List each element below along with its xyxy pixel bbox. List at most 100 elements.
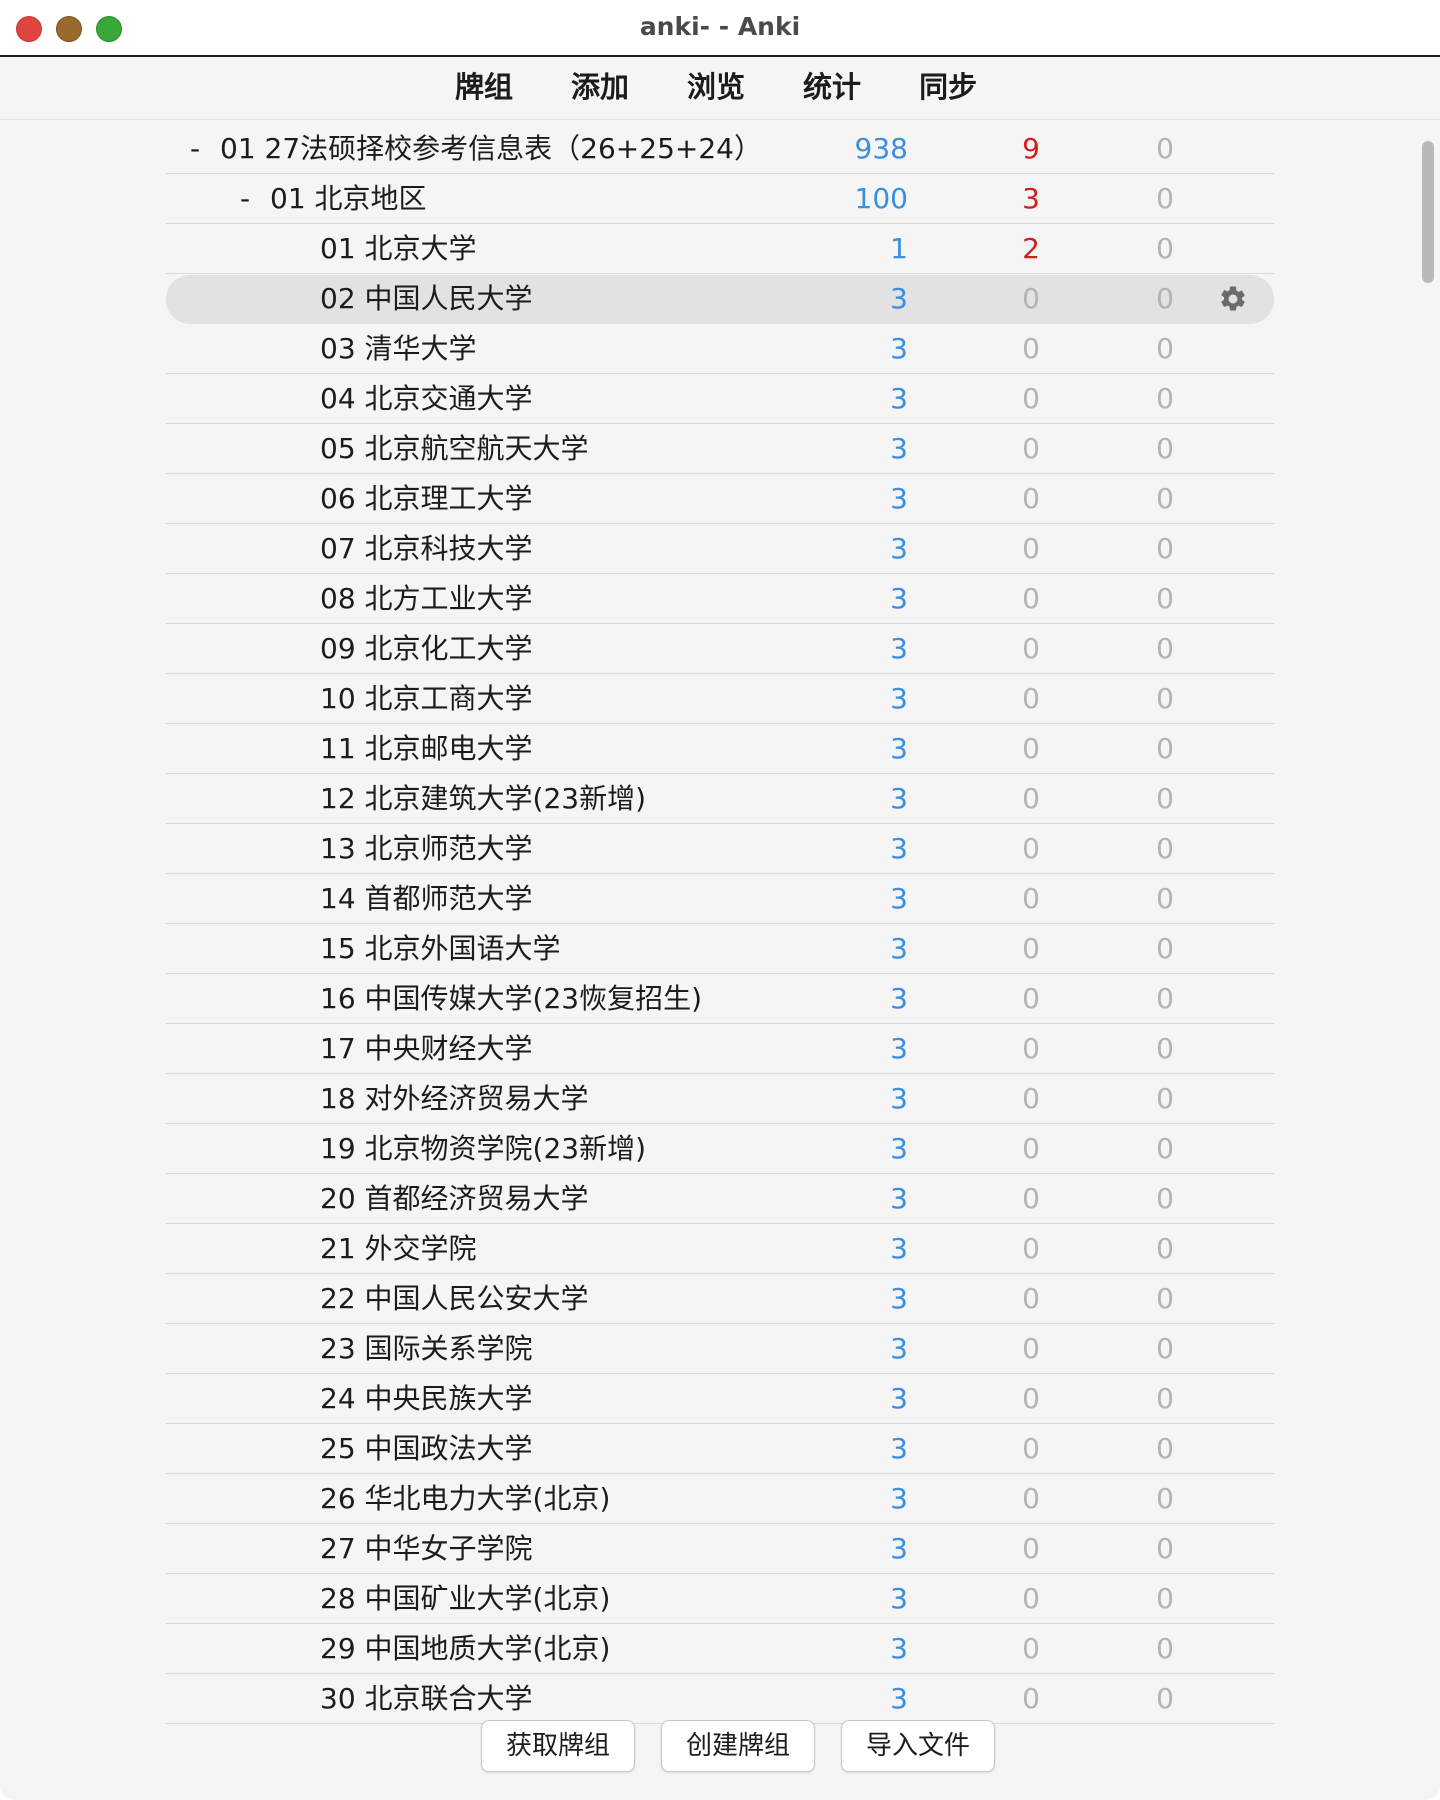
deck-row[interactable]: -01 北京地区 100 3 0 bbox=[166, 175, 1274, 224]
deck-row[interactable]: 19 北京物资学院(23新增) 3 0 0 bbox=[166, 1125, 1274, 1174]
learn-count: 2 bbox=[1022, 232, 1040, 265]
deck-row[interactable]: 14 首都师范大学 3 0 0 bbox=[166, 875, 1274, 924]
title-bar: anki- - Anki bbox=[0, 0, 1440, 57]
new-count: 3 bbox=[890, 782, 908, 815]
review-count: 0 bbox=[1156, 382, 1174, 415]
deck-name[interactable]: 01 27法硕择校参考信息表（26+25+24） bbox=[220, 125, 762, 173]
deck-name[interactable]: 26 华北电力大学(北京) bbox=[320, 1475, 610, 1523]
new-count: 3 bbox=[890, 1082, 908, 1115]
deck-row[interactable]: 17 中央财经大学 3 0 0 bbox=[166, 1025, 1274, 1074]
deck-name[interactable]: 30 北京联合大学 bbox=[320, 1675, 533, 1723]
deck-name[interactable]: 06 北京理工大学 bbox=[320, 475, 533, 523]
deck-name[interactable]: 27 中华女子学院 bbox=[320, 1525, 533, 1573]
deck-row[interactable]: 21 外交学院 3 0 0 bbox=[166, 1225, 1274, 1274]
deck-name[interactable]: 23 国际关系学院 bbox=[320, 1325, 533, 1373]
deck-row[interactable]: 02 中国人民大学 3 0 0 bbox=[166, 275, 1274, 324]
deck-name[interactable]: 12 北京建筑大学(23新增) bbox=[320, 775, 646, 823]
new-count: 3 bbox=[890, 932, 908, 965]
deck-name[interactable]: 04 北京交通大学 bbox=[320, 375, 533, 423]
deck-name[interactable]: 02 中国人民大学 bbox=[320, 275, 533, 323]
deck-row[interactable]: 10 北京工商大学 3 0 0 bbox=[166, 675, 1274, 724]
deck-name[interactable]: 09 北京化工大学 bbox=[320, 625, 533, 673]
review-count: 0 bbox=[1156, 682, 1174, 715]
toolbar-decks-link[interactable]: 牌组 bbox=[455, 57, 513, 119]
collapse-toggle[interactable]: - bbox=[240, 175, 250, 223]
scrollbar[interactable] bbox=[1418, 125, 1440, 1785]
deck-name[interactable]: 10 北京工商大学 bbox=[320, 675, 533, 723]
deck-name[interactable]: 11 北京邮电大学 bbox=[320, 725, 533, 773]
deck-row[interactable]: 04 北京交通大学 3 0 0 bbox=[166, 375, 1274, 424]
deck-name[interactable]: 18 对外经济贸易大学 bbox=[320, 1075, 589, 1123]
learn-count: 0 bbox=[1022, 482, 1040, 515]
deck-row[interactable]: 23 国际关系学院 3 0 0 bbox=[166, 1325, 1274, 1374]
deck-name[interactable]: 15 北京外国语大学 bbox=[320, 925, 561, 973]
new-count: 3 bbox=[890, 582, 908, 615]
review-count: 0 bbox=[1156, 882, 1174, 915]
learn-count: 0 bbox=[1022, 1132, 1040, 1165]
deck-row[interactable]: 25 中国政法大学 3 0 0 bbox=[166, 1425, 1274, 1474]
review-count: 0 bbox=[1156, 532, 1174, 565]
deck-name[interactable]: 05 北京航空航天大学 bbox=[320, 425, 589, 473]
deck-name[interactable]: 13 北京师范大学 bbox=[320, 825, 533, 873]
deck-row[interactable]: 26 华北电力大学(北京) 3 0 0 bbox=[166, 1475, 1274, 1524]
deck-row[interactable]: 29 中国地质大学(北京) 3 0 0 bbox=[166, 1625, 1274, 1674]
learn-count: 0 bbox=[1022, 1182, 1040, 1215]
deck-row[interactable]: 16 中国传媒大学(23恢复招生) 3 0 0 bbox=[166, 975, 1274, 1024]
learn-count: 0 bbox=[1022, 332, 1040, 365]
review-count: 0 bbox=[1156, 1132, 1174, 1165]
deck-name[interactable]: 14 首都师范大学 bbox=[320, 875, 533, 923]
deck-row[interactable]: 12 北京建筑大学(23新增) 3 0 0 bbox=[166, 775, 1274, 824]
deck-name[interactable]: 16 中国传媒大学(23恢复招生) bbox=[320, 975, 702, 1023]
import-file-button[interactable]: 导入文件 bbox=[841, 1720, 995, 1772]
deck-name[interactable]: 01 北京大学 bbox=[320, 225, 477, 273]
learn-count: 0 bbox=[1022, 1232, 1040, 1265]
deck-row[interactable]: -01 27法硕择校参考信息表（26+25+24） 938 9 0 bbox=[166, 125, 1274, 174]
new-count: 1 bbox=[890, 232, 908, 265]
deck-row[interactable]: 20 首都经济贸易大学 3 0 0 bbox=[166, 1175, 1274, 1224]
toolbar-sync-link[interactable]: 同步 bbox=[919, 57, 977, 119]
deck-name[interactable]: 28 中国矿业大学(北京) bbox=[320, 1575, 610, 1623]
deck-row[interactable]: 28 中国矿业大学(北京) 3 0 0 bbox=[166, 1575, 1274, 1624]
deck-name[interactable]: 03 清华大学 bbox=[320, 325, 477, 373]
deck-row[interactable]: 01 北京大学 1 2 0 bbox=[166, 225, 1274, 274]
deck-row[interactable]: 11 北京邮电大学 3 0 0 bbox=[166, 725, 1274, 774]
deck-row[interactable]: 05 北京航空航天大学 3 0 0 bbox=[166, 425, 1274, 474]
deck-row[interactable]: 27 中华女子学院 3 0 0 bbox=[166, 1525, 1274, 1574]
deck-name[interactable]: 21 外交学院 bbox=[320, 1225, 477, 1273]
deck-row[interactable]: 30 北京联合大学 3 0 0 bbox=[166, 1675, 1274, 1724]
deck-name[interactable]: 29 中国地质大学(北京) bbox=[320, 1625, 610, 1673]
deck-row[interactable]: 06 北京理工大学 3 0 0 bbox=[166, 475, 1274, 524]
deck-row[interactable]: 13 北京师范大学 3 0 0 bbox=[166, 825, 1274, 874]
deck-name[interactable]: 25 中国政法大学 bbox=[320, 1425, 533, 1473]
toolbar-add-link[interactable]: 添加 bbox=[571, 57, 629, 119]
deck-row[interactable]: 24 中央民族大学 3 0 0 bbox=[166, 1375, 1274, 1424]
deck-row[interactable]: 07 北京科技大学 3 0 0 bbox=[166, 525, 1274, 574]
deck-name[interactable]: 01 北京地区 bbox=[270, 175, 427, 223]
create-deck-button[interactable]: 创建牌组 bbox=[661, 1720, 815, 1772]
deck-row[interactable]: 22 中国人民公安大学 3 0 0 bbox=[166, 1275, 1274, 1324]
deck-name[interactable]: 17 中央财经大学 bbox=[320, 1025, 533, 1073]
learn-count: 0 bbox=[1022, 682, 1040, 715]
deck-row[interactable]: 18 对外经济贸易大学 3 0 0 bbox=[166, 1075, 1274, 1124]
get-shared-button[interactable]: 获取牌组 bbox=[481, 1720, 635, 1772]
deck-name[interactable]: 22 中国人民公安大学 bbox=[320, 1275, 589, 1323]
deck-name[interactable]: 19 北京物资学院(23新增) bbox=[320, 1125, 646, 1173]
review-count: 0 bbox=[1156, 582, 1174, 615]
collapse-toggle[interactable]: - bbox=[190, 125, 200, 173]
deck-name[interactable]: 24 中央民族大学 bbox=[320, 1375, 533, 1423]
deck-name[interactable]: 07 北京科技大学 bbox=[320, 525, 533, 573]
gear-icon[interactable] bbox=[1218, 284, 1248, 314]
toolbar-browse-link[interactable]: 浏览 bbox=[687, 57, 745, 119]
deck-row[interactable]: 15 北京外国语大学 3 0 0 bbox=[166, 925, 1274, 974]
review-count: 0 bbox=[1156, 1432, 1174, 1465]
toolbar-stats-link[interactable]: 统计 bbox=[803, 57, 861, 119]
review-count: 0 bbox=[1156, 982, 1174, 1015]
learn-count: 0 bbox=[1022, 1332, 1040, 1365]
scrollbar-thumb[interactable] bbox=[1422, 141, 1434, 283]
deck-name[interactable]: 08 北方工业大学 bbox=[320, 575, 533, 623]
deck-row[interactable]: 08 北方工业大学 3 0 0 bbox=[166, 575, 1274, 624]
deck-row[interactable]: 03 清华大学 3 0 0 bbox=[166, 325, 1274, 374]
learn-count: 0 bbox=[1022, 932, 1040, 965]
deck-row[interactable]: 09 北京化工大学 3 0 0 bbox=[166, 625, 1274, 674]
deck-name[interactable]: 20 首都经济贸易大学 bbox=[320, 1175, 589, 1223]
